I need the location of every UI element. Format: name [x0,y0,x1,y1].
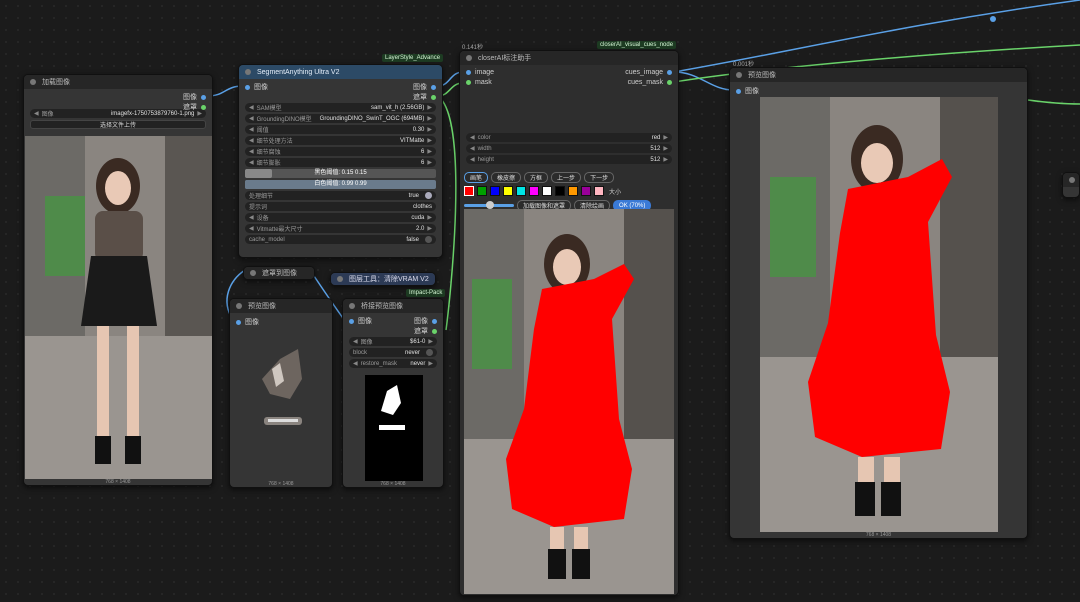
node-title[interactable]: SegmentAnything Ultra V2 [239,65,442,79]
purge-vram-node[interactable]: 图层工具：清除VRAM V2 [330,272,436,286]
color-swatch-black[interactable] [555,186,565,196]
process-detail-toggle[interactable]: 处理细节 true [245,191,436,200]
closerai-cues-node[interactable]: closerAI标注助手 image mask cues_image cues_… [459,50,679,596]
color-swatch-white[interactable] [542,186,552,196]
detail-method-select[interactable]: ◀ 细节处理方法 VITMatte ▶ [245,136,436,145]
image-dimensions: 768 × 1408 [105,479,131,485]
restore-mask-select[interactable]: ◀ restore_mask never ▶ [349,359,437,368]
grounding-model-select[interactable]: ◀ GroundingDINO模型 GroundingDINO_SwinT_OGC … [245,114,436,123]
node-title[interactable]: 桥接预览图像 [343,299,443,313]
image-dimensions: 768 × 1408 [268,481,294,487]
vitmatte-size-input[interactable]: ◀ Vitmatte最大尺寸 2.0 ▶ [245,224,436,233]
color-swatch-blue[interactable] [490,186,500,196]
input-image[interactable]: 图像 [736,86,759,96]
height-input[interactable]: ◀ height 512 ▶ [466,155,672,164]
color-swatch-yellow[interactable] [503,186,513,196]
load-image-node[interactable]: 加载图像 图像 遮罩 ◀ 图像 imagefx-1750753879760-1.pn… [23,74,213,486]
input-image[interactable]: image [466,69,494,76]
image-dimensions: 768 × 1408 [380,481,406,487]
cache-model-toggle[interactable]: cache_model false [245,235,436,244]
output-image[interactable]: 图像 [183,92,206,102]
color-swatch-purple[interactable] [581,186,591,196]
output-mask[interactable]: 遮罩 [183,102,206,112]
mask-preview [365,375,423,481]
brush-tool-button[interactable]: 画笔 [464,172,489,183]
category-badge: LayerStyle_Advance [382,54,444,62]
width-input[interactable]: ◀ width 512 ▶ [466,144,672,153]
image-dimensions: 768 × 1408 [865,532,892,538]
annotated-canvas[interactable] [464,209,674,594]
undo-button[interactable]: 上一步 [551,172,582,183]
block-toggle[interactable]: block never [349,348,437,357]
output-mask[interactable]: 遮罩 [413,92,436,102]
input-mask[interactable]: mask [466,79,492,86]
preview-image-node-1[interactable]: 预览图像 图像 768 × 1408 [229,298,333,488]
mask-to-image-node[interactable]: 遮罩到图像 [243,266,315,280]
node-title[interactable]: 预览图像 [230,299,332,313]
white-threshold-slider[interactable]: 白色阈值: 0.99 0.99 [245,180,436,189]
output-cues-mask[interactable]: cues_mask [628,79,672,86]
detail-dilate-input[interactable]: ◀ 细节膨胀 6 ▶ [245,158,436,167]
output-cues-image[interactable]: cues_image [625,69,672,76]
brush-size-slider[interactable] [464,201,514,209]
color-swatch-pink[interactable] [594,186,604,196]
upload-button[interactable]: 选择文件上传 [30,120,206,129]
device-select[interactable]: ◀ 设备 cuda ▶ [245,213,436,222]
segment-anything-node[interactable]: SegmentAnything Ultra V2 图像 图像 遮罩 ◀ SAM模型… [238,64,443,258]
color-swatch-green[interactable] [477,186,487,196]
node-title[interactable]: closerAI标注助手 [460,51,678,65]
node-title[interactable]: 加载图像 [24,75,212,89]
color-swatch-magenta[interactable] [529,186,539,196]
input-image[interactable]: 图像 [236,317,259,327]
output-image[interactable]: 图像 [414,316,437,326]
offscreen-node[interactable] [1062,172,1080,198]
eraser-tool-button[interactable]: 橡皮擦 [491,172,522,183]
input-image[interactable]: 图像 [349,316,372,326]
output-image[interactable]: 图像 [413,82,436,92]
source-photo [25,136,212,479]
category-badge: Impact-Pack [406,289,446,297]
color-swatch-orange[interactable] [568,186,578,196]
threshold-input[interactable]: ◀ 阈值 0.30 ▶ [245,125,436,134]
detail-erode-input[interactable]: ◀ 细节腐蚀 6 ▶ [245,147,436,156]
box-tool-button[interactable]: 方框 [524,172,549,183]
color-palette: 大小 [460,186,678,196]
category-badge: closerAI_visual_cues_node [597,41,677,49]
color-swatch-red[interactable] [464,186,474,196]
color-select[interactable]: ◀ color red ▶ [466,133,672,142]
preview-image-node-2[interactable]: 预览图像 图像 768 × 1408 [729,67,1028,539]
color-swatch-cyan[interactable] [516,186,526,196]
prompt-input[interactable]: 提示词 clothes [245,202,436,211]
redo-button[interactable]: 下一步 [584,172,615,183]
output-mask[interactable]: 遮罩 [414,326,437,336]
result-preview [760,97,998,532]
input-image[interactable]: 图像 [245,82,268,92]
bridge-preview-node[interactable]: 桥接预览图像 图像 图像 遮罩 ◀ 图像 $61-0 ▶ block never ◀ re… [342,298,444,488]
node-title[interactable]: 预览图像 [730,68,1027,82]
size-label: 大小 [609,189,622,196]
cutout-preview [250,339,314,459]
black-threshold-slider[interactable]: 黑色阈值: 0.15 0.15 [245,169,436,178]
